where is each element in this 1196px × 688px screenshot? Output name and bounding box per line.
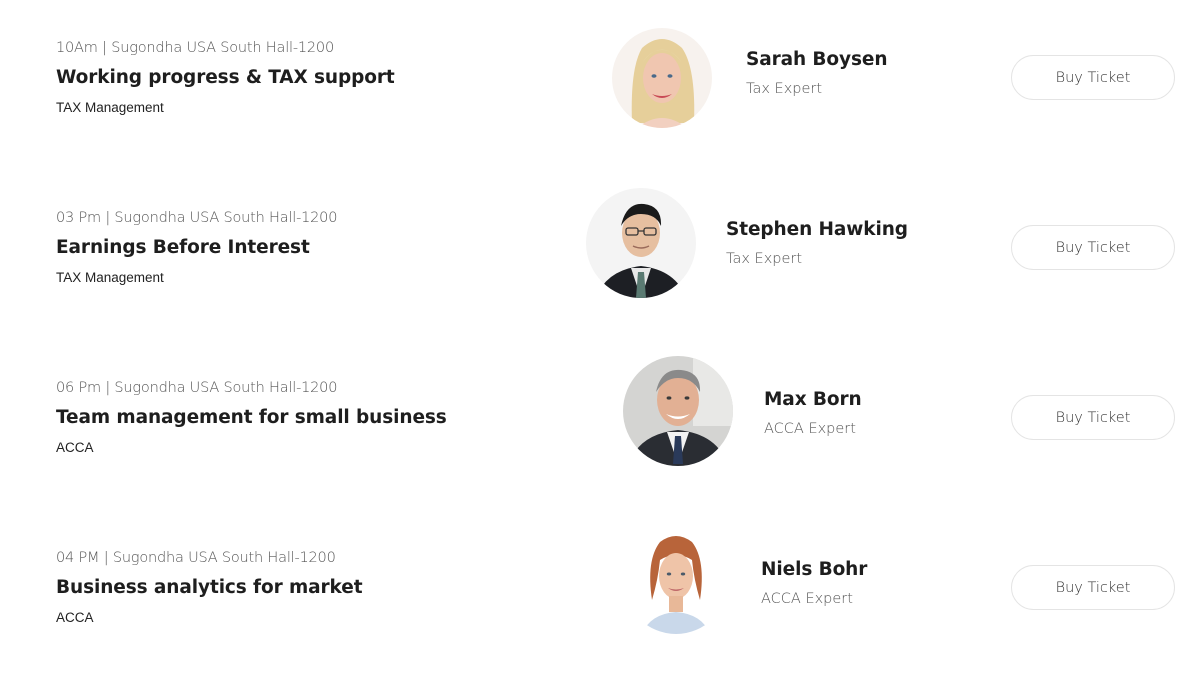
speaker-role: Tax Expert [746, 81, 823, 97]
session-meta: 04 PM | Sugondha USA South Hall-1200 [56, 550, 336, 566]
speaker-avatar [624, 530, 728, 634]
session-row: 04 PM | Sugondha USA South Hall-1200 Bus… [0, 518, 1196, 688]
session-row: 10Am | Sugondha USA South Hall-1200 Work… [0, 8, 1196, 178]
session-category: ACCA [56, 610, 94, 625]
buy-ticket-button[interactable]: Buy Ticket [1011, 395, 1175, 440]
speaker-avatar [612, 28, 712, 128]
speaker-role: Tax Expert [726, 251, 803, 267]
session-row: 03 Pm | Sugondha USA South Hall-1200 Ear… [0, 178, 1196, 348]
speaker-name: Stephen Hawking [726, 219, 908, 240]
session-meta: 10Am | Sugondha USA South Hall-1200 [56, 40, 334, 56]
session-title: Working progress & TAX support [56, 67, 395, 88]
speaker-avatar [623, 356, 733, 466]
buy-ticket-button[interactable]: Buy Ticket [1011, 565, 1175, 610]
session-meta: 06 Pm | Sugondha USA South Hall-1200 [56, 380, 338, 396]
speaker-name: Sarah Boysen [746, 49, 888, 70]
session-category: TAX Management [56, 270, 164, 285]
session-category: ACCA [56, 440, 94, 455]
speaker-name: Niels Bohr [761, 559, 868, 580]
buy-ticket-button[interactable]: Buy Ticket [1011, 225, 1175, 270]
session-title: Earnings Before Interest [56, 237, 310, 258]
speaker-name: Max Born [764, 389, 862, 410]
speaker-role: ACCA Expert [761, 591, 853, 607]
session-title: Team management for small business [56, 407, 447, 428]
speaker-role: ACCA Expert [764, 421, 856, 437]
session-title: Business analytics for market [56, 577, 363, 598]
session-meta: 03 Pm | Sugondha USA South Hall-1200 [56, 210, 338, 226]
speaker-avatar [586, 188, 696, 298]
session-category: TAX Management [56, 100, 164, 115]
buy-ticket-button[interactable]: Buy Ticket [1011, 55, 1175, 100]
session-row: 06 Pm | Sugondha USA South Hall-1200 Tea… [0, 348, 1196, 518]
